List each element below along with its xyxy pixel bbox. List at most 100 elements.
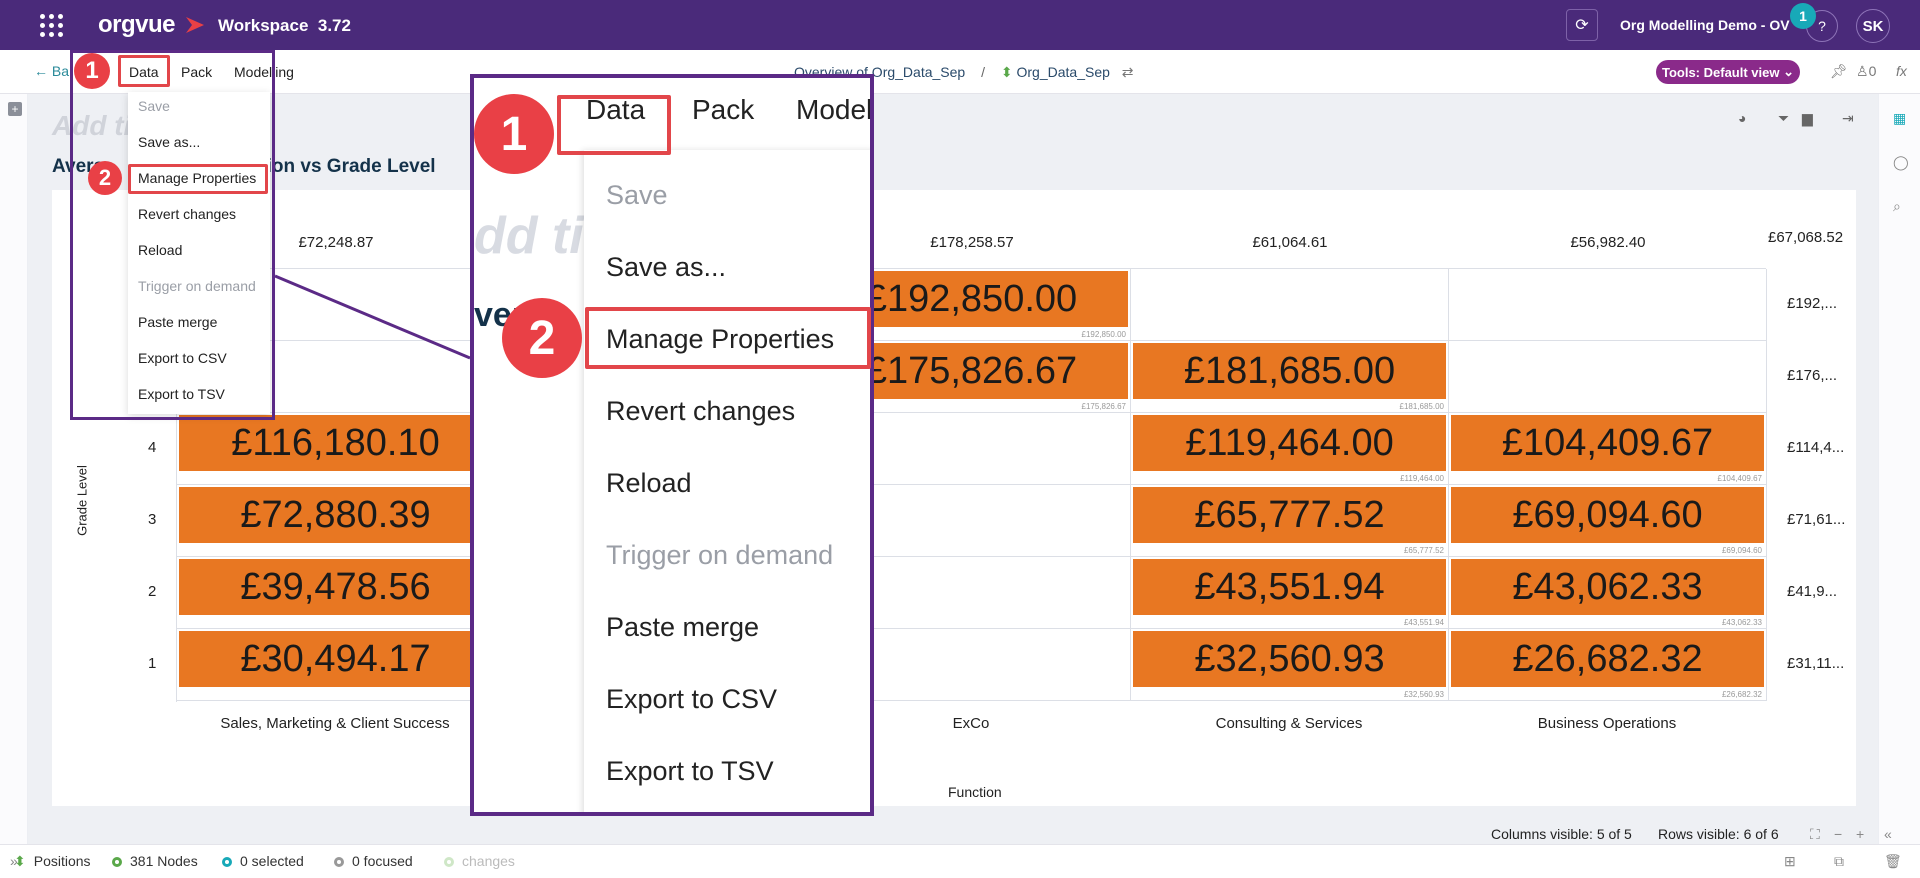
matrix-bar: £69,094.60 [1451,487,1764,543]
zoom-in-icon[interactable]: + [1856,826,1864,842]
matrix-grid: £192,850.00 £192,850.00 £175,826.67 £175,82… [176,268,1767,702]
copy-icon[interactable]: ⧉ [1834,853,1844,870]
matrix-cell-sublabel: £69,094.60 [1721,546,1762,555]
matrix-cell[interactable]: £30,494.17£30,4 [177,629,495,701]
matrix-cell[interactable]: £39,478.56£39,4 [177,557,495,629]
pin-icon[interactable]: 📌︎ [1830,63,1848,80]
left-rail: + [0,94,28,844]
matrix-bar: £104,409.67 [1451,415,1764,471]
column-total: £61,064.61 [1252,234,1328,251]
zoom-highlight-data-menu [557,95,671,155]
columns-visible: Columns visible: 5 of 5 [1491,826,1632,842]
matrix-cell[interactable]: £104,409.67 £104,409.67 [1449,413,1767,485]
workspace-label: Workspace 3.72 [218,16,351,35]
matrix-cell[interactable] [1131,269,1449,341]
zoom-menu-pack[interactable]: Pack [692,94,754,126]
zoom-menu-item-export-csv[interactable]: Export to CSV [606,684,777,715]
status-selected[interactable]: 0 selected [222,853,304,869]
row-total: £192,... [1787,295,1838,312]
x-axis-title: Function [948,784,1002,800]
zoom-menu-item-paste-merge[interactable]: Paste merge [606,612,759,643]
nodes-icon [112,857,122,867]
sync-icon[interactable]: ⇄ [1122,64,1134,80]
app-grid-icon[interactable] [40,14,64,38]
row-total: £71,61... [1787,511,1846,528]
matrix-bar: £43,551.94 [1133,559,1446,615]
collapse-icon[interactable]: « [1884,826,1892,842]
matrix-cell[interactable] [1449,341,1767,413]
matrix-cell-sublabel: £43,062.33 [1721,618,1762,627]
zoom-menu-item-trigger-on-demand[interactable]: Trigger on demand [606,540,833,571]
matrix-cell[interactable]: £65,777.52 £65,777.52 [1131,485,1449,557]
matrix-cell[interactable] [1449,269,1767,341]
dataset-icon: ⬍ [1000,64,1013,80]
matrix-cell[interactable]: £116,180.10£116, [177,413,495,485]
trash-icon[interactable]: 🗑︎ [1884,853,1902,870]
matrix-cell[interactable]: £72,880.39£72,8 [177,485,495,557]
matrix-cell[interactable]: £32,560.93 £32,560.93 [1131,629,1449,701]
breadcrumb-item-dataset[interactable]: Org_Data_Sep [1017,64,1110,80]
matrix-cell-sublabel: £32,560.93 [1403,690,1444,699]
row-total: £176,... [1787,367,1838,384]
palette-icon[interactable]: ◕ [1738,110,1746,126]
status-changes[interactable]: changes [444,853,515,869]
refresh-button[interactable]: ⟳ [1566,9,1598,41]
back-button[interactable]: ← Ba [34,63,69,79]
zoom-highlight-manage-properties [585,307,871,369]
matrix-bar: £30,494.17 [179,631,492,687]
matrix-cell[interactable]: £43,551.94 £43,551.94 [1131,557,1449,629]
zoom-menu-item-export-tsv[interactable]: Export to TSV [606,756,774,787]
formula-icon[interactable]: fx [1896,63,1907,79]
zoom-menu-item-reload[interactable]: Reload [606,468,692,499]
matrix-cell[interactable]: £69,094.60 £69,094.60 [1449,485,1767,557]
export-icon[interactable]: ⇥ [1842,110,1854,127]
zoom-out-icon[interactable]: − [1834,826,1842,842]
matrix-cell[interactable]: £119,464.00 £119,464.00 [1131,413,1449,485]
matrix-cell-sublabel: £26,682.32 [1721,690,1762,699]
matrix-cell-sublabel: £43,551.94 [1403,618,1444,627]
matrix-cell[interactable]: £181,685.00 £181,685.00 [1131,341,1449,413]
callout-frame-small [70,50,275,420]
callout-badge-1: 1 [74,53,110,89]
top-bar: orgvue Workspace 3.72 ⟳ Org Modelling De… [0,0,1920,50]
row-label: 2 [148,583,157,600]
search-icon[interactable]: ⌕ [1893,198,1901,215]
column-label: Consulting & Services [1215,715,1363,732]
zoom-menu-item-save-as[interactable]: Save as... [606,252,726,283]
fullscreen-icon[interactable]: ⛶ [1810,826,1820,843]
zoom-menu-modelling[interactable]: Model [796,94,870,126]
callout-badge-2: 2 [88,161,122,195]
selected-icon [222,857,232,867]
zoom-menu-item-revert-changes[interactable]: Revert changes [606,396,795,427]
filter-icon[interactable]: ⏷ [1778,110,1789,127]
org-title[interactable]: Org Modelling Demo - OV [1620,17,1790,33]
comment-icon[interactable]: ▆ [1802,110,1813,127]
matrix-bar: £32,560.93 [1133,631,1446,687]
circle-icon[interactable]: ◯ [1893,154,1909,171]
rows-visible: Rows visible: 6 of 6 [1658,826,1779,842]
user-avatar[interactable]: SK [1856,9,1890,43]
add-icon[interactable]: ⊞ [1784,853,1796,870]
status-nodes[interactable]: 381 Nodes [112,853,198,869]
status-focused[interactable]: 0 focused [334,853,413,869]
changes-icon [444,857,454,867]
matrix-bar: £39,478.56 [179,559,492,615]
row-label: 3 [148,511,157,528]
status-positions[interactable]: ⬍ Positions [14,853,91,870]
matrix-bar: £181,685.00 [1133,343,1446,399]
matrix-cell[interactable]: £26,682.32 £26,682.32 [1449,629,1767,701]
matrix-bar: £119,464.00 [1133,415,1446,471]
grand-total: £67,068.52 [1768,229,1844,246]
toolbar: ← Ba Data Pack Modelling Overview of Org… [0,50,1920,94]
status-bar: » ⬍ Positions 381 Nodes 0 selected 0 focu… [0,844,1920,878]
matrix-cell[interactable]: £43,062.33 £43,062.33 [1449,557,1767,629]
add-panel-icon[interactable]: + [8,102,22,116]
matrix-bar: £26,682.32 [1451,631,1764,687]
matrix-bar: £72,880.39 [179,487,492,543]
user-count[interactable]: ♙0 [1856,63,1876,80]
chart-panel-icon[interactable]: ▦ [1893,110,1906,127]
notification-badge[interactable]: 1 [1790,3,1816,29]
zoom-menu-item-save[interactable]: Save [606,180,668,211]
tools-view-select[interactable]: Tools: Default view ⌄ [1656,60,1800,84]
matrix-cell-sublabel: £119,464.00 [1400,474,1444,483]
